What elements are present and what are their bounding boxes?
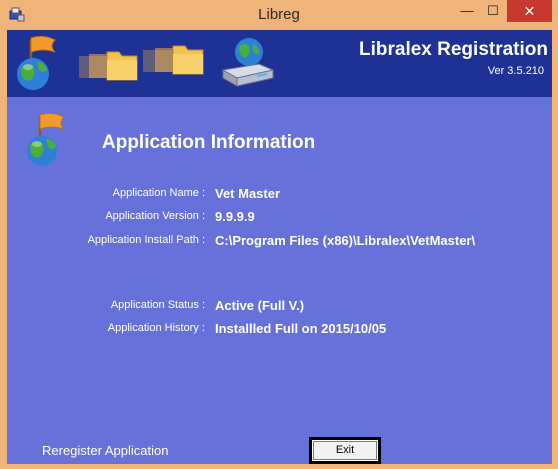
- exit-button[interactable]: Exit: [309, 437, 381, 464]
- title-bar[interactable]: Libreg — ☐ ✕: [0, 0, 558, 30]
- app-history-value: Installled Full on 2015/10/05: [215, 321, 387, 336]
- version-label: Ver 3.5.210: [487, 65, 544, 77]
- server-globe-icon: [221, 38, 275, 87]
- reregister-link[interactable]: Reregister Application: [42, 443, 168, 458]
- exit-button-label: Exit: [313, 441, 377, 460]
- folder-icon: [79, 51, 138, 81]
- banner-title: Libralex Registration: [359, 39, 548, 60]
- app-version-value: 9.9.9.9: [215, 209, 255, 224]
- app-status-value: Active (Full V.): [215, 298, 305, 313]
- section-title: Application Information: [102, 132, 316, 153]
- minimize-button[interactable]: —: [454, 0, 480, 22]
- install-path-label: Application Install Path :: [87, 234, 205, 246]
- libreg-window: Libreg — ☐ ✕ Libralex Registration Ver 3…: [0, 0, 558, 469]
- folder-icon: [143, 45, 204, 75]
- app-status-label: Application Status :: [110, 299, 205, 311]
- app-history-label: Application History :: [107, 322, 205, 334]
- app-version-label: Application Version :: [105, 210, 205, 222]
- close-button[interactable]: ✕: [507, 0, 552, 22]
- app-name-label: Application Name :: [112, 187, 205, 199]
- globe-flag-icon: [17, 35, 56, 90]
- install-path-value: C:\Program Files (x86)\Libralex\VetMaste…: [215, 233, 476, 248]
- globe-flag-icon: [27, 113, 65, 166]
- header-banner: Libralex Registration Ver 3.5.210: [7, 30, 552, 97]
- app-name-value: Vet Master: [215, 186, 281, 201]
- maximize-button[interactable]: ☐: [480, 0, 506, 22]
- client-area: Libralex Registration Ver 3.5.210 Applic…: [7, 30, 552, 464]
